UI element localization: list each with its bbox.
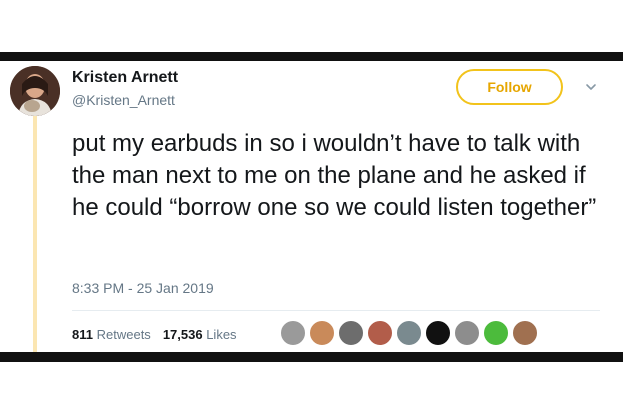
top-frame-bar <box>0 52 623 61</box>
liker-avatar[interactable] <box>338 320 364 346</box>
divider <box>72 310 600 311</box>
bottom-frame-bar <box>0 352 623 362</box>
chevron-down-icon[interactable] <box>584 80 598 94</box>
liker-avatar[interactable] <box>425 320 451 346</box>
thread-line <box>33 112 37 352</box>
follow-button[interactable]: Follow <box>456 69 563 105</box>
retweets-stat[interactable]: 811 Retweets <box>72 327 151 342</box>
engagement-stats: 811 Retweets 17,536 Likes <box>72 327 237 342</box>
liker-avatar[interactable] <box>396 320 422 346</box>
likes-label: Likes <box>206 327 237 342</box>
likes-count: 17,536 <box>162 327 203 342</box>
liker-avatar[interactable] <box>454 320 480 346</box>
author-name[interactable]: Kristen Arnett <box>72 69 178 87</box>
avatar[interactable] <box>10 66 60 116</box>
liker-avatar[interactable] <box>483 320 509 346</box>
retweets-label: Retweets <box>96 327 151 342</box>
liker-avatar[interactable] <box>367 320 393 346</box>
tweet-text: put my earbuds in so i wouldn’t have to … <box>72 130 597 221</box>
liker-avatar[interactable] <box>280 320 306 346</box>
avatar-image <box>10 66 60 116</box>
liker-avatar[interactable] <box>309 320 335 346</box>
tweet-timestamp[interactable]: 8:33 PM - 25 Jan 2019 <box>72 280 214 296</box>
retweets-count: 811 <box>72 327 93 342</box>
liker-avatar[interactable] <box>512 320 538 346</box>
author-handle[interactable]: @Kristen_Arnett <box>72 92 175 108</box>
likes-stat[interactable]: 17,536 Likes <box>163 327 237 342</box>
liker-avatars <box>280 320 538 348</box>
